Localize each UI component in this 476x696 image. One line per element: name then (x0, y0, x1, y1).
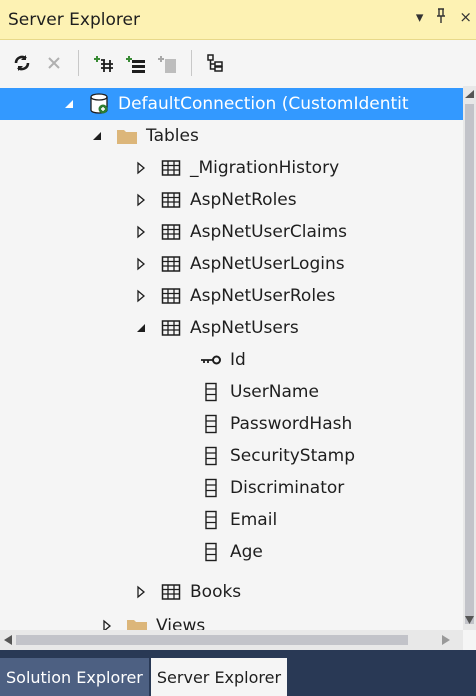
auto-hide-pin-icon[interactable] (435, 8, 447, 28)
horizontal-scrollbar[interactable] (0, 630, 463, 650)
column-icon (200, 478, 222, 498)
collapse-arrow-icon[interactable] (62, 97, 76, 111)
expand-arrow-icon[interactable] (100, 619, 114, 630)
table-icon (160, 222, 182, 242)
tree-node-label: Tables (146, 126, 199, 146)
tree-node-table[interactable]: AspNetUserLogins (0, 248, 463, 280)
folder-icon (116, 126, 138, 146)
tree-node-label: AspNetRoles (190, 190, 297, 210)
table-icon (160, 582, 182, 602)
tree-node-label: Views (156, 616, 206, 630)
server-explorer-tree[interactable]: DefaultConnection (CustomIdentit Tables … (0, 86, 463, 630)
tree-node-table[interactable]: Books (0, 576, 463, 608)
table-icon (160, 158, 182, 178)
tree-node-table-aspnetusers[interactable]: AspNetUsers (0, 312, 463, 344)
tree-node-label: Books (190, 582, 242, 602)
toolbar-separator (78, 50, 79, 76)
window-position-dropdown-icon[interactable]: ▾ (416, 8, 424, 28)
tree-node-label: Email (230, 510, 278, 530)
folder-icon (126, 616, 148, 630)
column-icon (200, 414, 222, 434)
toolbar (0, 40, 476, 86)
horizontal-scrollbar-thumb[interactable] (16, 635, 408, 645)
tree-node-column[interactable]: UserName (0, 376, 463, 408)
collapse-arrow-icon[interactable] (134, 321, 148, 335)
tree-node-label: Age (230, 542, 263, 562)
tree-node-column-primary-key[interactable]: Id (0, 344, 463, 376)
refresh-icon[interactable] (8, 49, 36, 77)
filter-icon[interactable] (202, 49, 230, 77)
tree-node-table[interactable]: AspNetUserRoles (0, 280, 463, 312)
table-icon (160, 190, 182, 210)
tree-node-label: Discriminator (230, 478, 345, 498)
panel-controls: ▾ × (416, 8, 472, 28)
tree-node-label: AspNetUserClaims (190, 222, 348, 242)
scroll-left-arrow-icon[interactable] (4, 635, 12, 645)
expand-arrow-icon[interactable] (134, 225, 148, 239)
connect-to-sharepoint-icon[interactable] (153, 49, 181, 77)
tree-node-label: _MigrationHistory (190, 158, 340, 178)
key-icon (200, 350, 222, 370)
tree-node-label: SecurityStamp (230, 446, 356, 466)
scroll-right-arrow-icon[interactable] (442, 635, 450, 645)
tree-node-tables-folder[interactable]: Tables (0, 120, 463, 152)
connect-to-database-icon[interactable] (89, 49, 117, 77)
tool-window-tabs: Solution Explorer Server Explorer (0, 650, 476, 696)
tree-node-table[interactable]: AspNetRoles (0, 184, 463, 216)
tree-node-column[interactable]: Email (0, 504, 463, 536)
collapse-arrow-icon[interactable] (90, 129, 104, 143)
column-icon (200, 542, 222, 562)
stop-icon[interactable] (40, 49, 68, 77)
tree-node-label: AspNetUsers (190, 318, 299, 338)
tree-node-label: AspNetUserRoles (190, 286, 336, 306)
tree-node-column[interactable]: Discriminator (0, 472, 463, 504)
scroll-down-arrow-icon[interactable] (465, 616, 474, 624)
tree-node-label: PasswordHash (230, 414, 353, 434)
column-icon (200, 510, 222, 530)
expand-arrow-icon[interactable] (134, 161, 148, 175)
table-icon (160, 254, 182, 274)
tab-server-explorer[interactable]: Server Explorer (150, 658, 288, 696)
expand-arrow-icon[interactable] (134, 193, 148, 207)
scrollbar-corner (463, 630, 476, 650)
tree-node-table[interactable]: _MigrationHistory (0, 152, 463, 184)
table-icon (160, 318, 182, 338)
tree-node-connection[interactable]: DefaultConnection (CustomIdentit (0, 88, 463, 120)
tree-node-table[interactable]: AspNetUserClaims (0, 216, 463, 248)
column-icon (200, 446, 222, 466)
panel-title-bar: Server Explorer ▾ × (0, 0, 476, 40)
toolbar-separator (191, 50, 192, 76)
tree-node-views-folder[interactable]: Views (0, 610, 463, 630)
tree-node-label: AspNetUserLogins (190, 254, 345, 274)
scroll-up-arrow-icon[interactable] (465, 90, 474, 98)
vertical-scrollbar[interactable] (463, 86, 476, 630)
tree-node-label: DefaultConnection (CustomIdentit (118, 94, 409, 114)
panel-title: Server Explorer (8, 9, 140, 30)
tree-node-column[interactable]: SecurityStamp (0, 440, 463, 472)
tree-node-column[interactable]: Age (0, 536, 463, 568)
expand-arrow-icon[interactable] (134, 585, 148, 599)
close-icon[interactable]: × (459, 8, 472, 28)
tree-node-label: Id (230, 350, 246, 370)
tree-node-column[interactable]: PasswordHash (0, 408, 463, 440)
table-icon (160, 286, 182, 306)
connect-to-server-icon[interactable] (121, 49, 149, 77)
expand-arrow-icon[interactable] (134, 289, 148, 303)
database-connection-icon (88, 93, 110, 114)
tab-solution-explorer[interactable]: Solution Explorer (0, 658, 149, 696)
vertical-scrollbar-thumb[interactable] (465, 104, 474, 624)
column-icon (200, 382, 222, 402)
expand-arrow-icon[interactable] (134, 257, 148, 271)
tree-node-label: UserName (230, 382, 319, 402)
